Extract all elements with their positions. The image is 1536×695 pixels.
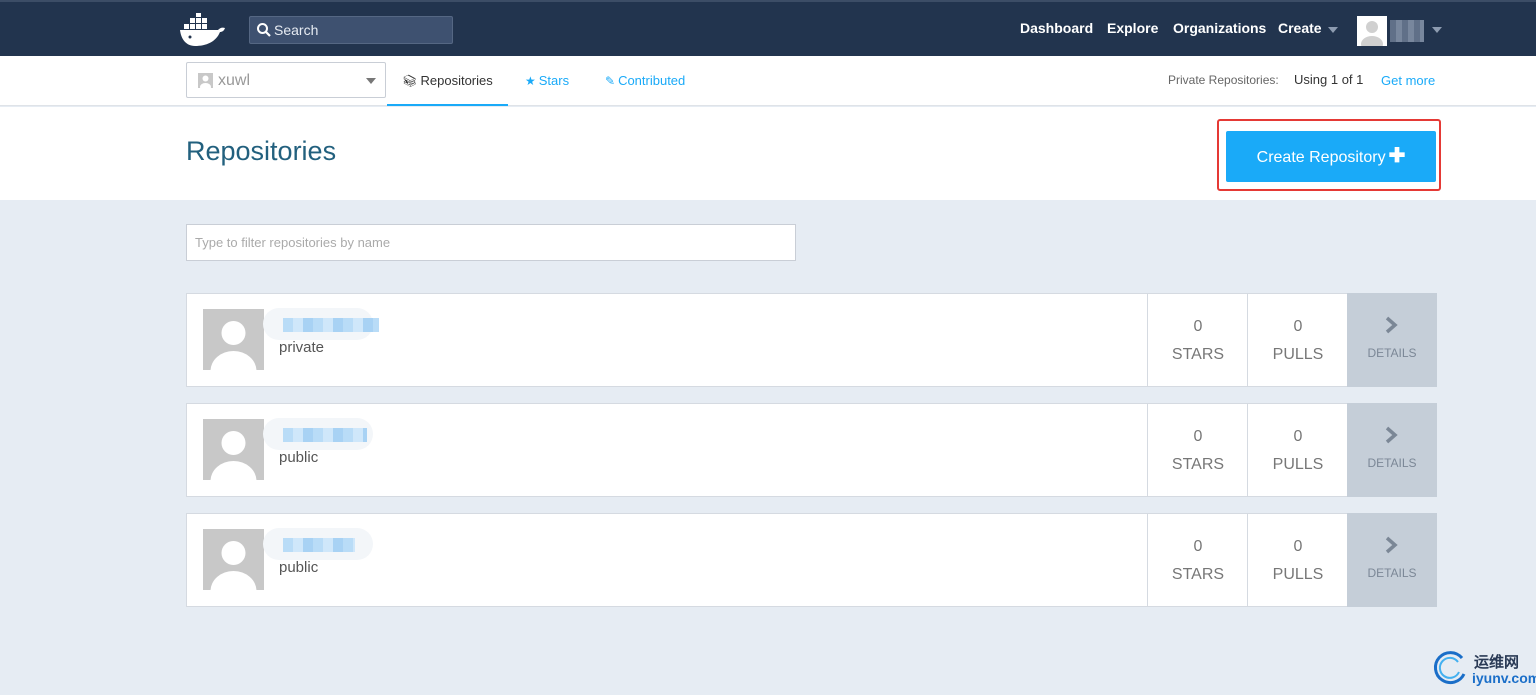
chevron-right-icon [1385, 316, 1398, 334]
details-button[interactable]: DETAILS [1347, 403, 1437, 497]
user-silhouette-icon [203, 309, 264, 370]
namespace-name: xuwl [218, 72, 251, 89]
pulls-value: 0 [1293, 538, 1303, 555]
pulls-count: 0 PULLS [1247, 514, 1347, 606]
repository-avatar [203, 309, 264, 370]
stars-count: 0 STARS [1147, 294, 1247, 386]
stars-value: 0 [1193, 428, 1203, 445]
nav-organizations[interactable]: Organizations [1173, 20, 1266, 36]
stars-value: 0 [1193, 538, 1203, 555]
details-label: DETAILS [1367, 456, 1417, 470]
details-button[interactable]: DETAILS [1347, 513, 1437, 607]
private-repos-label: Private Repositories: [1168, 73, 1279, 87]
watermark: 运维网 iyunv.com [1432, 648, 1536, 690]
private-repos-usage: Using 1 of 1 [1294, 72, 1364, 87]
get-more-link[interactable]: Get more [1381, 73, 1435, 88]
details-label: DETAILS [1367, 346, 1417, 360]
pulls-label: PULLS [1272, 566, 1324, 583]
plus-icon: ✚ [1388, 145, 1406, 167]
repository-visibility: public [279, 449, 319, 466]
repository-avatar [203, 419, 264, 480]
stars-label: STARS [1171, 346, 1225, 363]
book-icon: 📚︎ [402, 74, 418, 88]
stars-value: 0 [1193, 318, 1203, 335]
tab-stars-label: Stars [538, 73, 570, 88]
nav-dashboard[interactable]: Dashboard [1020, 20, 1093, 36]
user-silhouette-icon [203, 529, 264, 590]
tab-stars[interactable]: ★ Stars [525, 56, 569, 106]
create-repository-button[interactable]: Create Repository ✚ [1226, 131, 1436, 182]
chevron-right-icon [1385, 426, 1398, 444]
repository-avatar [203, 529, 264, 590]
stars-label: STARS [1171, 456, 1225, 473]
page-title: Repositories [186, 136, 337, 166]
pulls-value: 0 [1293, 318, 1303, 335]
tab-contributed[interactable]: ✎ Contributed [605, 56, 685, 106]
top-navbar: Dashboard Explore Organizations Create [0, 0, 1536, 56]
repository-name-redacted [263, 308, 383, 340]
create-chevron-down-icon[interactable] [1328, 27, 1338, 33]
tab-contributed-label: Contributed [618, 73, 686, 88]
search-input[interactable] [274, 17, 450, 43]
user-silhouette-icon [1357, 16, 1387, 46]
user-menu-chevron-down-icon[interactable] [1432, 27, 1442, 33]
repository-card[interactable]: private 0 STARS 0 PULLS DETAILS [186, 293, 1437, 387]
pulls-value: 0 [1293, 428, 1303, 445]
user-silhouette-icon [198, 73, 213, 88]
stars-count: 0 STARS [1147, 514, 1247, 606]
namespace-select[interactable]: xuwl [186, 62, 386, 98]
repository-visibility: public [279, 559, 319, 576]
user-avatar[interactable] [1357, 16, 1387, 46]
watermark-cn: 运维网 [1474, 654, 1520, 671]
edit-icon: ✎ [605, 74, 616, 88]
repository-name-redacted [263, 418, 383, 450]
repository-name-redacted [263, 528, 383, 560]
watermark-en: iyunv.com [1472, 670, 1536, 686]
chevron-right-icon [1385, 536, 1398, 554]
chevron-down-icon[interactable] [366, 78, 376, 84]
tab-repositories[interactable]: 📚︎ Repositories [387, 56, 508, 106]
repository-filter-input[interactable] [186, 224, 796, 261]
nav-explore[interactable]: Explore [1107, 20, 1158, 36]
user-silhouette-icon [203, 419, 264, 480]
username-redacted [1390, 20, 1424, 42]
namespace-avatar [198, 73, 213, 88]
watermark-logo-icon [1434, 651, 1466, 685]
search-box[interactable] [249, 16, 453, 44]
search-icon [257, 23, 271, 37]
pulls-count: 0 PULLS [1247, 404, 1347, 496]
details-button[interactable]: DETAILS [1347, 293, 1437, 387]
stars-label: STARS [1171, 566, 1225, 583]
docker-logo-icon[interactable] [178, 13, 226, 47]
pulls-count: 0 PULLS [1247, 294, 1347, 386]
star-icon: ★ [525, 74, 536, 88]
page-header: Repositories Create Repository ✚ [0, 107, 1536, 200]
repository-card[interactable]: public 0 STARS 0 PULLS DETAILS [186, 403, 1437, 497]
create-repository-label: Create Repository [1256, 149, 1386, 166]
details-label: DETAILS [1367, 566, 1417, 580]
repository-card[interactable]: public 0 STARS 0 PULLS DETAILS [186, 513, 1437, 607]
pulls-label: PULLS [1272, 346, 1324, 363]
pulls-label: PULLS [1272, 456, 1324, 473]
nav-create[interactable]: Create [1278, 20, 1322, 36]
sub-navbar: xuwl 📚︎ Repositories ★ Stars ✎ Contributed … [0, 56, 1536, 106]
stars-count: 0 STARS [1147, 404, 1247, 496]
tab-repositories-label: Repositories [420, 73, 493, 88]
repository-visibility: private [279, 339, 325, 356]
